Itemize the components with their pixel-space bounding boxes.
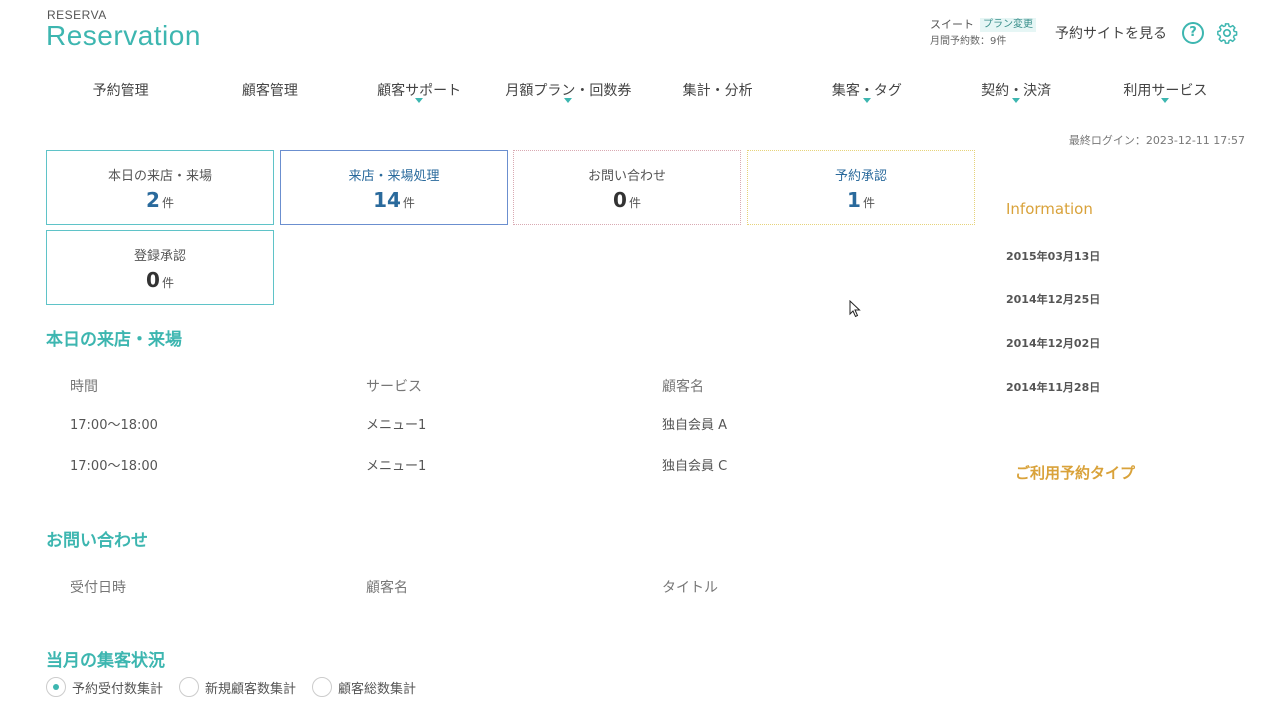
nav-customer-management[interactable]: 顧客管理: [195, 78, 344, 108]
information-title: Information: [1006, 200, 1093, 218]
table-header: 顧客名: [662, 379, 704, 395]
chevron-down-icon: [564, 98, 573, 103]
mouse-cursor-icon: [849, 300, 861, 318]
chevron-down-icon: [862, 98, 871, 103]
chevron-down-icon: [1161, 98, 1170, 103]
chevron-down-icon: [1012, 98, 1021, 103]
reservation-type-title: ご利用予約タイプ: [1015, 464, 1136, 482]
table-cell: 17:00〜18:00: [70, 459, 158, 474]
card-registration-approval[interactable]: 登録承認 0件: [46, 230, 274, 305]
nav-analytics[interactable]: 集計・分析: [643, 78, 792, 108]
radio-total-customers[interactable]: [312, 677, 333, 697]
plan-info: スイート プラン変更 月間予約数：9件: [930, 16, 1036, 50]
radio-reservation-count[interactable]: [46, 677, 66, 697]
info-date-link[interactable]: 2014年12月25日: [1006, 291, 1100, 307]
view-site-link[interactable]: 予約サイトを見る: [1055, 23, 1167, 43]
main-nav: 予約管理 顧客管理 顧客サポート 月額プラン・回数券 集計・分析 集客・タグ 契…: [46, 78, 1240, 108]
nav-contract-payment[interactable]: 契約・決済: [942, 78, 1091, 108]
nav-reservation-management[interactable]: 予約管理: [46, 78, 195, 108]
aggregation-radio-group: 予約受付数集計 新規顧客数集計 顧客総数集計: [46, 677, 426, 697]
table-cell: メニュー1: [366, 418, 427, 433]
monthly-reservation-count: 月間予約数：9件: [930, 36, 1007, 47]
table-header: 受付日時: [70, 580, 126, 596]
nav-monthly-plan[interactable]: 月額プラン・回数券: [494, 78, 643, 108]
help-icon[interactable]: ?: [1182, 22, 1204, 44]
customer-link[interactable]: 独自会員 A: [662, 414, 727, 433]
info-date-link[interactable]: 2015年03月13日: [1006, 248, 1100, 264]
radio-new-customers[interactable]: [179, 677, 200, 697]
card-inquiries[interactable]: お問い合わせ 0件: [513, 150, 741, 225]
table-header: 時間: [70, 379, 98, 395]
nav-marketing-tags[interactable]: 集客・タグ: [792, 78, 941, 108]
gear-icon[interactable]: [1216, 22, 1238, 44]
nav-customer-support[interactable]: 顧客サポート: [345, 78, 494, 108]
table-cell: メニュー1: [366, 459, 427, 474]
table-header: タイトル: [662, 580, 718, 596]
card-today-visits[interactable]: 本日の来店・来場 2件: [46, 150, 274, 225]
table-header: 顧客名: [366, 580, 408, 596]
section-title-today: 本日の来店・来場: [46, 330, 182, 350]
section-title-inquiries: お問い合わせ: [46, 531, 148, 551]
plan-name: スイート: [930, 18, 974, 31]
card-reservation-approval[interactable]: 予約承認 1件: [747, 150, 975, 225]
card-visit-processing[interactable]: 来店・来場処理 14 件: [280, 150, 508, 225]
brand-logo[interactable]: Reservation: [46, 20, 201, 52]
info-date-link[interactable]: 2014年12月02日: [1006, 335, 1100, 351]
customer-link[interactable]: 独自会員 C: [662, 455, 727, 474]
plan-change-button[interactable]: プラン変更: [980, 17, 1036, 32]
nav-services[interactable]: 利用サービス: [1091, 78, 1240, 108]
table-header: サービス: [366, 379, 422, 395]
table-cell: 17:00〜18:00: [70, 418, 158, 433]
section-title-monthly: 当月の集客状況: [46, 651, 165, 671]
chevron-down-icon: [415, 98, 424, 103]
last-login: 最終ログイン：2023-12-11 17:57: [1068, 134, 1245, 147]
info-date-link[interactable]: 2014年11月28日: [1006, 379, 1100, 395]
